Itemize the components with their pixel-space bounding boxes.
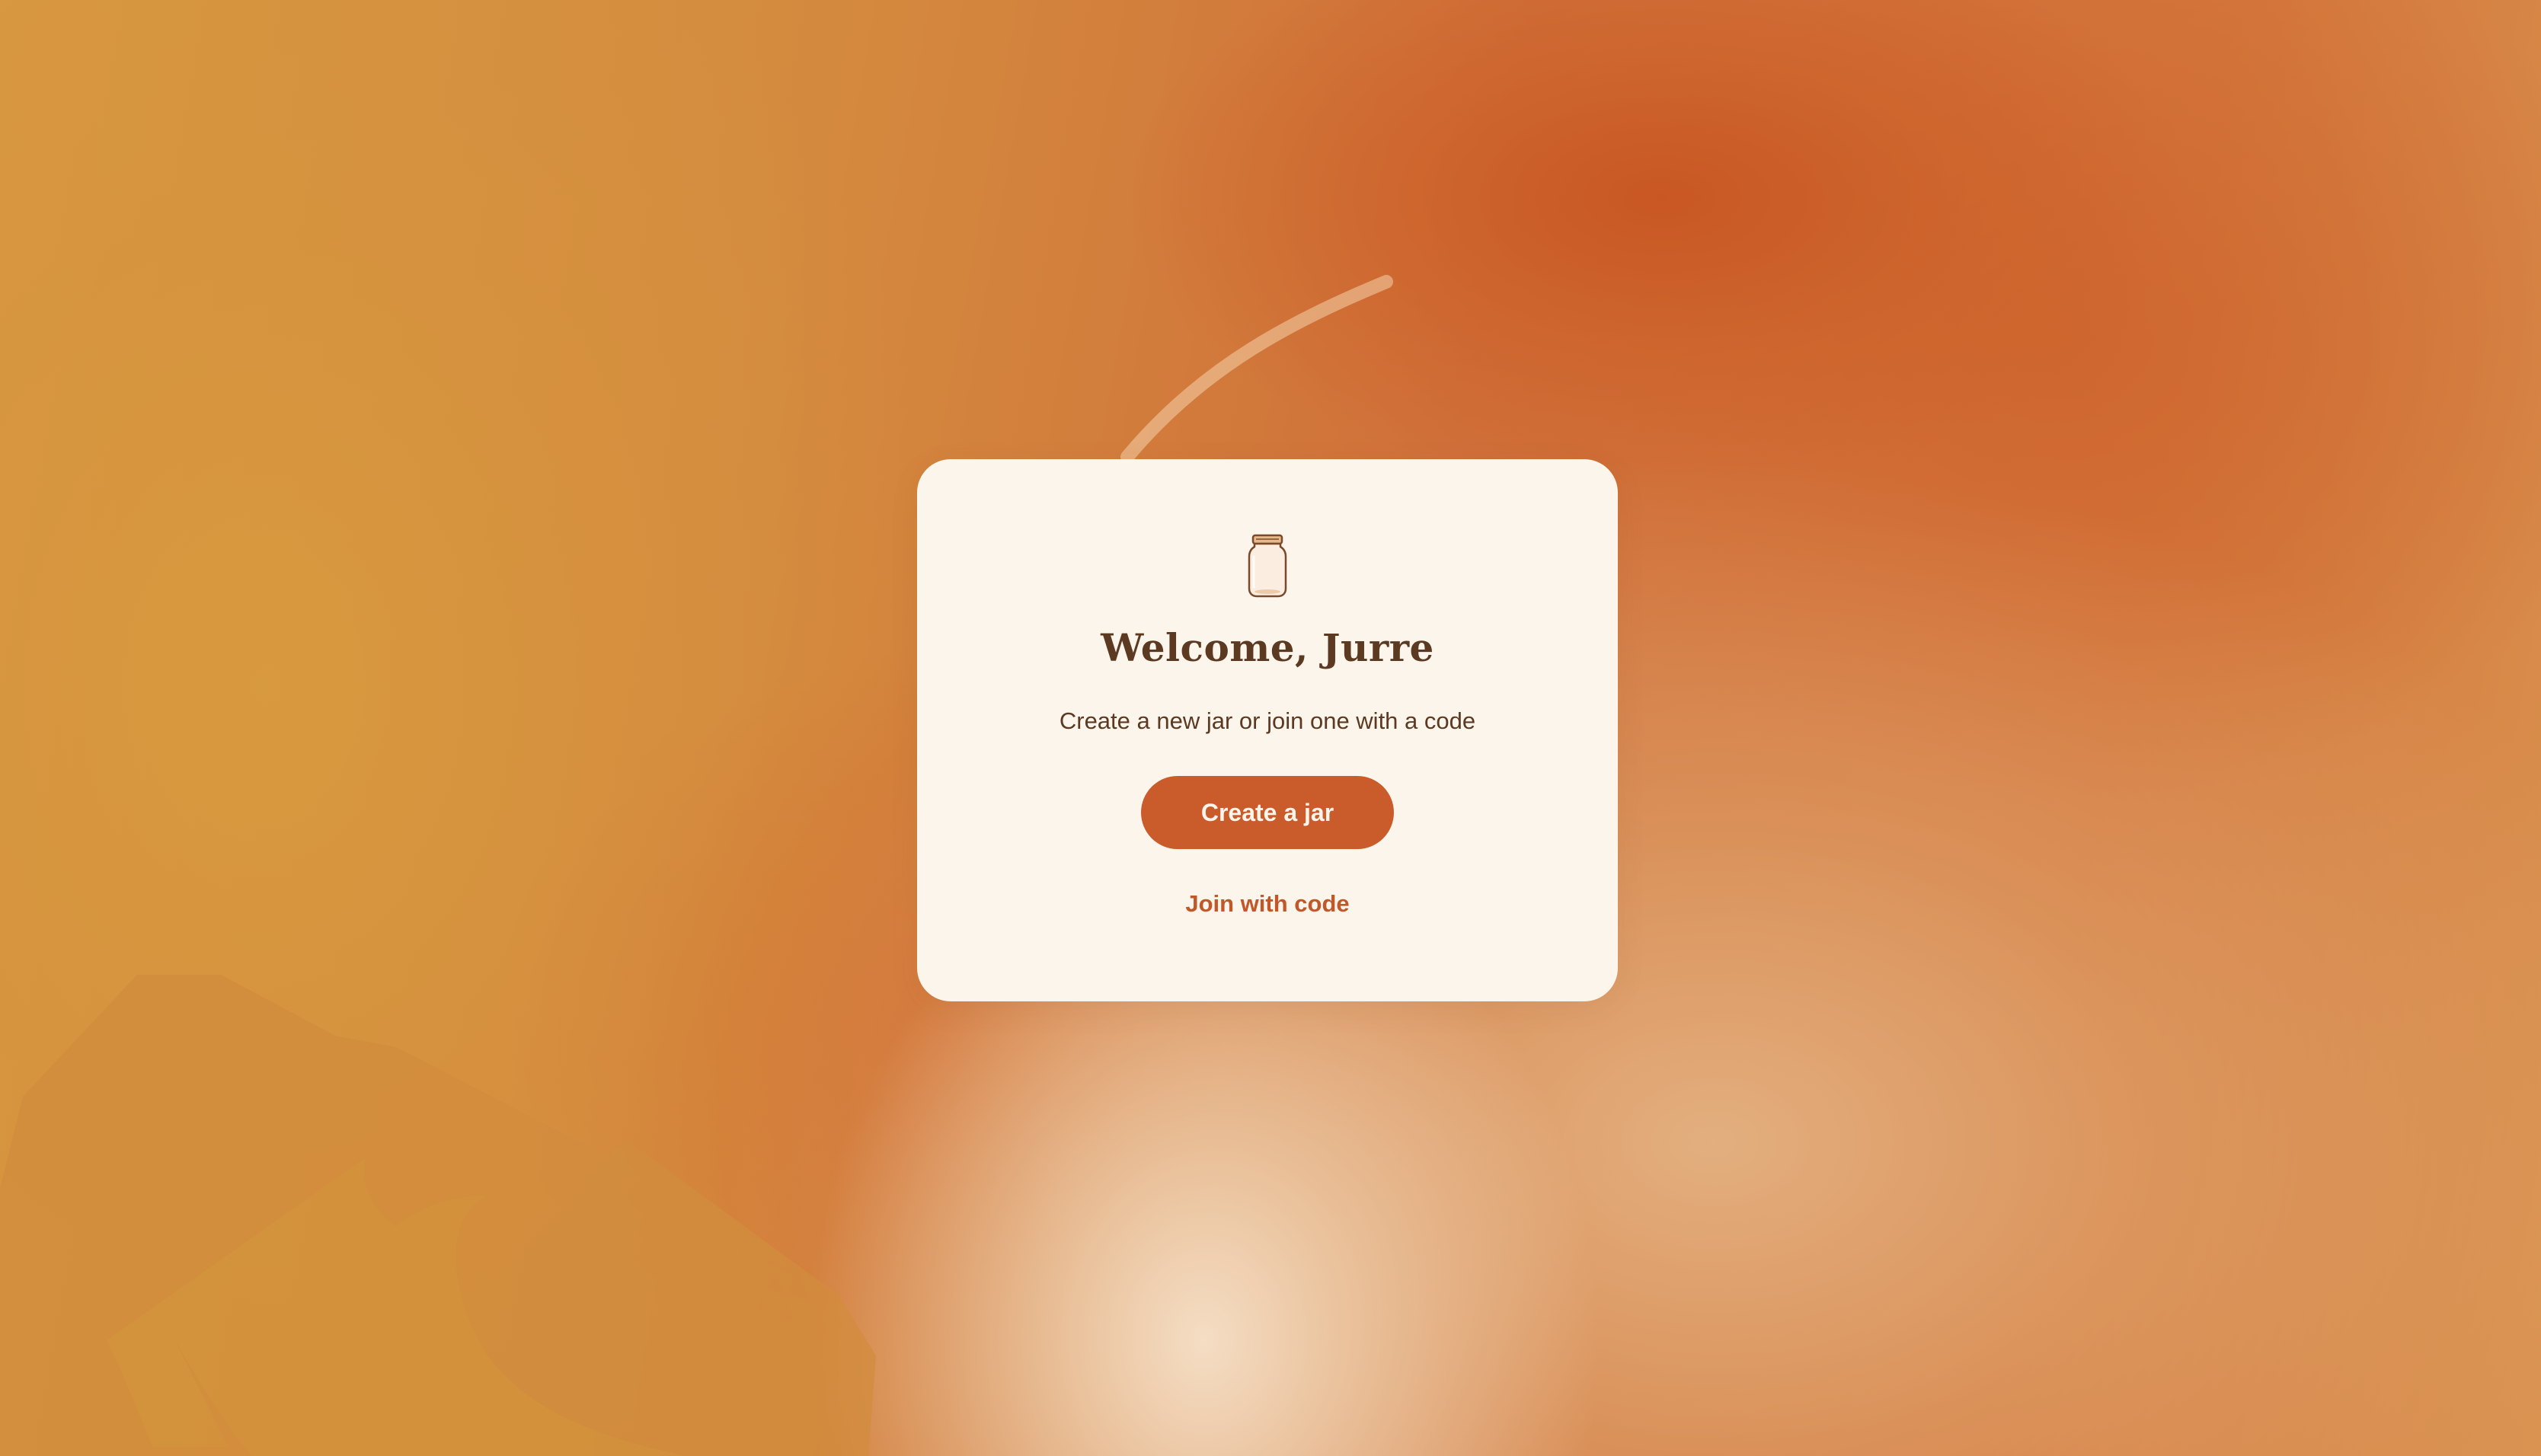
welcome-title: Welcome, Jurre [1101, 625, 1434, 670]
welcome-subtitle: Create a new jar or join one with a code [1059, 707, 1476, 734]
join-with-code-link[interactable]: Join with code [917, 890, 1618, 918]
create-jar-button[interactable]: Create a jar [1141, 776, 1394, 849]
welcome-card: Welcome, Jurre Create a new jar or join … [917, 459, 1618, 1001]
jar-icon [1248, 534, 1287, 598]
